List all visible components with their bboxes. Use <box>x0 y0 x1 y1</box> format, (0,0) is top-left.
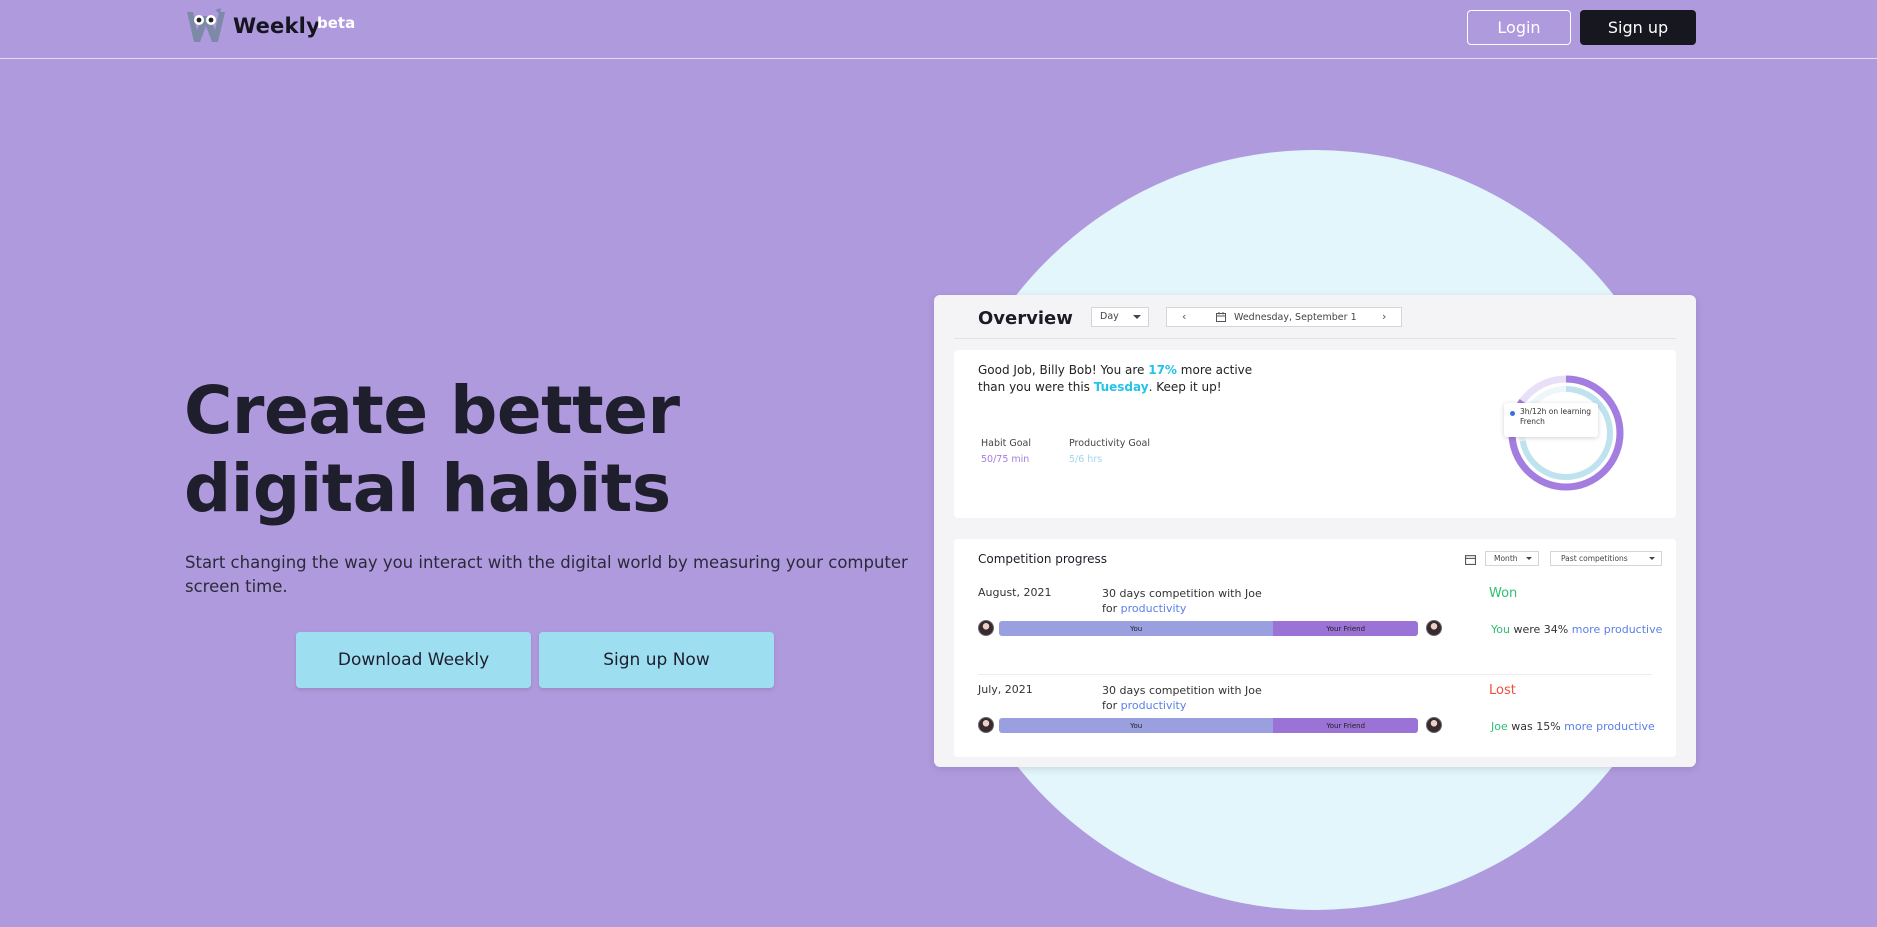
month-select[interactable]: Month <box>1485 551 1539 566</box>
hero-title: Create better digital habits <box>184 372 680 527</box>
message-day: Tuesday <box>1093 380 1149 394</box>
desc-text: 30 days competition with Joe <box>1102 587 1262 600</box>
productivity-link[interactable]: productivity <box>1121 699 1187 712</box>
status-lost: Lost <box>1489 683 1516 698</box>
result-text: was 15% <box>1507 720 1565 733</box>
message-text: . Keep it up! <box>1148 380 1222 394</box>
beta-badge: beta <box>317 14 356 32</box>
productivity-goal-label: Productivity Goal <box>1069 438 1150 449</box>
selected-date: Wednesday, September 1 <box>1234 312 1357 323</box>
result-text: were 34% <box>1509 623 1572 636</box>
desc-for: for <box>1102 602 1121 615</box>
chevron-left-icon[interactable]: ‹ <box>1182 310 1186 323</box>
progress-bar: You Your Friend <box>999 718 1418 733</box>
avatar <box>978 717 994 733</box>
competition-desc: 30 days competition with Joe for product… <box>1102 683 1302 713</box>
date-navigator: ‹ Wednesday, September 1 › <box>1166 307 1402 327</box>
productivity-link[interactable]: productivity <box>1121 602 1187 615</box>
competition-result: Joe was 15% more productive <box>1491 720 1655 733</box>
message-text: Good Job, Billy Bob! You are <box>978 363 1149 377</box>
result-who: You <box>1491 623 1510 636</box>
signup-now-button[interactable]: Sign up Now <box>539 632 774 688</box>
caret-down-icon <box>1526 557 1532 560</box>
overview-title: Overview <box>978 308 1073 329</box>
competition-row: July, 2021 30 days competition with Joe … <box>954 683 1676 779</box>
tooltip-text: 3h/12h on learning French <box>1520 407 1592 426</box>
progress-bar: You Your Friend <box>999 621 1418 636</box>
month-select-value: Month <box>1494 554 1518 563</box>
activity-message: Good Job, Billy Bob! You are 17% more ac… <box>978 362 1278 396</box>
summary-panel: Good Job, Billy Bob! You are 17% more ac… <box>954 350 1676 518</box>
status-won: Won <box>1489 586 1518 601</box>
legend-dot-icon <box>1510 411 1515 416</box>
divider <box>954 338 1676 339</box>
signup-button[interactable]: Sign up <box>1580 10 1696 45</box>
avatar <box>1426 620 1442 636</box>
past-competitions-select[interactable]: Past competitions <box>1550 551 1662 566</box>
competition-desc: 30 days competition with Joe for product… <box>1102 586 1302 616</box>
avatar <box>1426 717 1442 733</box>
calendar-icon <box>1216 312 1226 322</box>
past-select-value: Past competitions <box>1561 554 1628 563</box>
bar-friend-segment: Your Friend <box>1273 621 1418 636</box>
dashboard-preview: Overview Day ‹ Wednesday, September 1 › … <box>934 295 1696 767</box>
period-select-value: Day <box>1100 311 1119 322</box>
habit-goal-label: Habit Goal <box>981 438 1032 449</box>
result-link[interactable]: more productive <box>1564 720 1655 733</box>
row-divider <box>978 674 1652 675</box>
bar-you-segment: You <box>999 621 1274 636</box>
result-who: Joe <box>1491 720 1508 733</box>
competition-row: August, 2021 30 days competition with Jo… <box>954 586 1676 682</box>
download-weekly-button[interactable]: Download Weekly <box>296 632 531 688</box>
desc-for: for <box>1102 699 1121 712</box>
logo[interactable] <box>185 8 227 48</box>
chevron-right-icon[interactable]: › <box>1382 310 1386 323</box>
competition-result: You were 34% more productive <box>1491 623 1662 636</box>
bar-friend-segment: Your Friend <box>1273 718 1418 733</box>
calendar-icon[interactable] <box>1465 554 1476 565</box>
caret-down-icon <box>1133 315 1141 319</box>
message-percent: 17% <box>1148 363 1177 377</box>
desc-text: 30 days competition with Joe <box>1102 684 1262 697</box>
competition-date: August, 2021 <box>978 586 1052 599</box>
result-link[interactable]: more productive <box>1572 623 1663 636</box>
competition-panel: Competition progress Month Past competit… <box>954 539 1676 757</box>
competition-title: Competition progress <box>978 552 1108 566</box>
habit-goal-value: 50/75 min <box>981 454 1030 465</box>
hero-subtitle: Start changing the way you interact with… <box>185 553 908 596</box>
bar-you-segment: You <box>999 718 1274 733</box>
period-select[interactable]: Day <box>1091 307 1149 327</box>
productivity-goal-value: 5/6 hrs <box>1069 454 1103 465</box>
login-button[interactable]: Login <box>1467 10 1571 45</box>
avatar <box>978 620 994 636</box>
owl-logo-icon <box>187 8 225 42</box>
donut-tooltip: 3h/12h on learning French <box>1504 403 1598 437</box>
brand-name[interactable]: Weekly <box>233 14 320 38</box>
competition-date: July, 2021 <box>978 683 1033 696</box>
top-nav: Weekly beta Login Sign up <box>0 0 1877 59</box>
caret-down-icon <box>1649 557 1655 560</box>
